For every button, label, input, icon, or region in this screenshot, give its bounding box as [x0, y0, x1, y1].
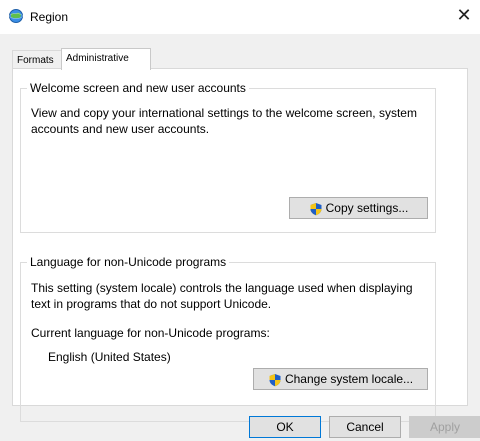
close-button[interactable]: ✕ [450, 3, 478, 31]
title-bar: Region ✕ [0, 0, 480, 34]
tab-administrative[interactable]: Administrative [61, 48, 151, 70]
apply-button[interactable]: Apply [409, 416, 480, 438]
ok-label: OK [276, 420, 294, 434]
current-language-value: English (United States) [48, 350, 171, 364]
dialog-body: Formats Administrative Welcome screen an… [0, 34, 480, 441]
welcome-group-title: Welcome screen and new user accounts [27, 81, 249, 95]
copy-settings-button[interactable]: Copy settings... [289, 197, 428, 219]
copy-settings-label: Copy settings... [325, 201, 409, 215]
apply-label: Apply [429, 420, 461, 434]
cancel-label: Cancel [346, 420, 384, 434]
globe-icon [8, 8, 24, 24]
welcome-screen-group: Welcome screen and new user accounts Vie… [20, 81, 436, 233]
window-title: Region [30, 10, 69, 24]
uac-shield-icon [309, 201, 323, 216]
change-system-locale-label: Change system locale... [284, 372, 414, 386]
ok-button[interactable]: OK [249, 416, 321, 438]
current-language-label: Current language for non-Unicode program… [31, 326, 270, 340]
tab-panel-administrative: Welcome screen and new user accounts Vie… [12, 68, 468, 422]
dialog-buttons: OK Cancel Apply [0, 412, 480, 440]
non-unicode-group-title: Language for non-Unicode programs [27, 255, 230, 269]
cancel-button[interactable]: Cancel [329, 416, 401, 438]
uac-shield-icon [268, 372, 282, 387]
welcome-group-description: View and copy your international setting… [31, 106, 417, 136]
non-unicode-description: This setting (system locale) controls th… [31, 281, 413, 311]
change-system-locale-button[interactable]: Change system locale... [253, 368, 428, 390]
non-unicode-group: Language for non-Unicode programs This s… [20, 255, 436, 422]
